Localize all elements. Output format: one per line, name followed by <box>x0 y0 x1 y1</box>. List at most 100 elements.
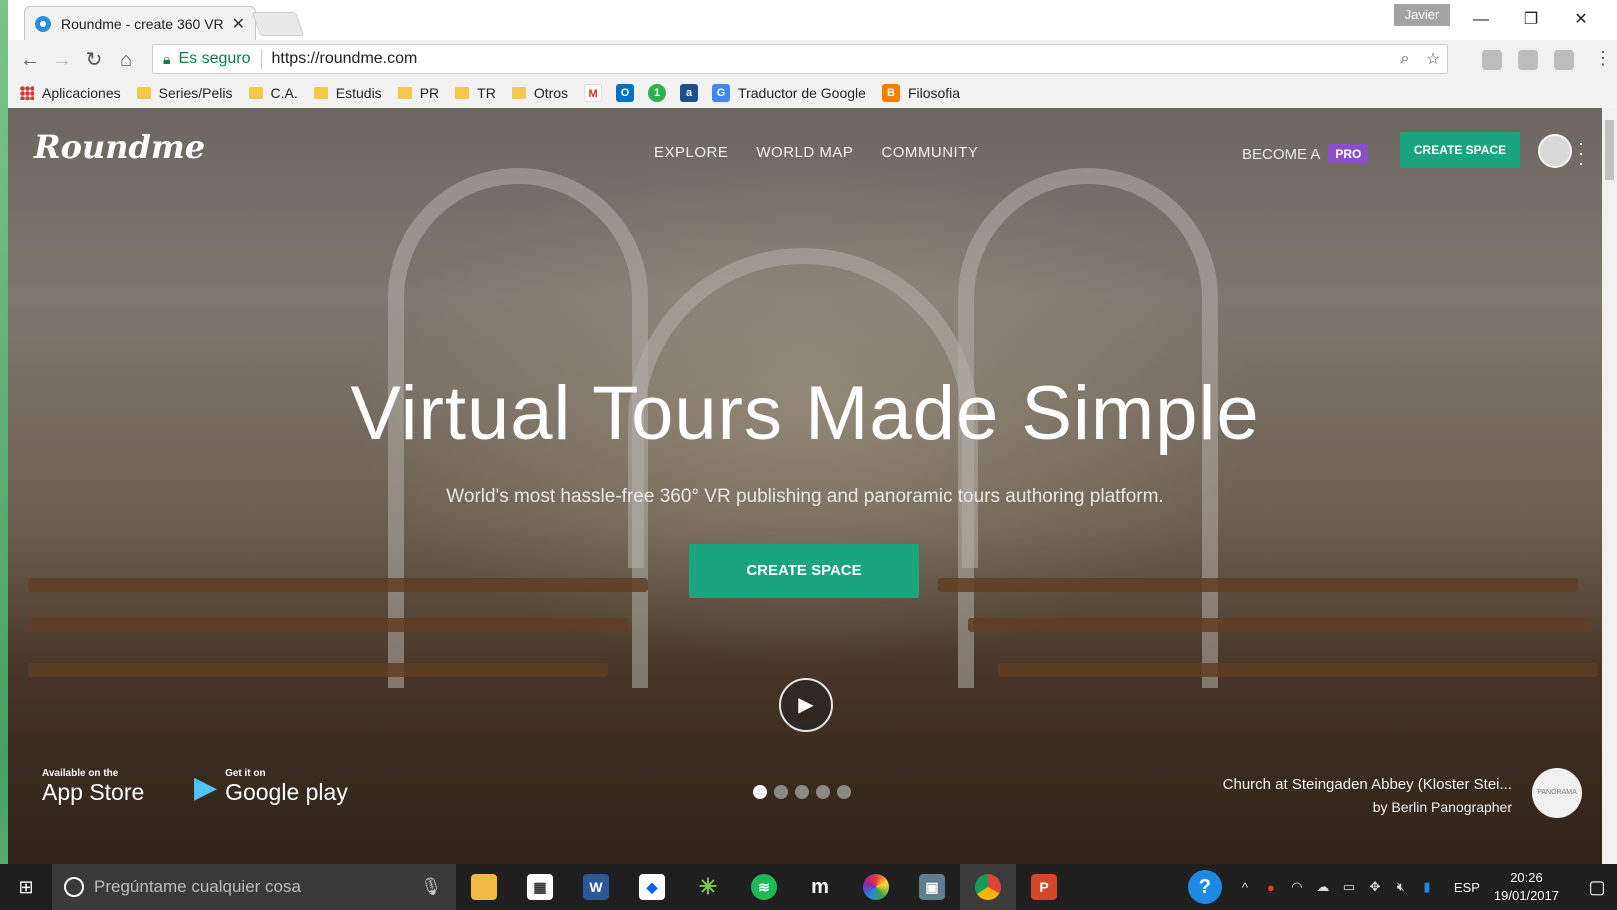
nav-world-map[interactable]: WORLD MAP <box>756 144 853 161</box>
become-pro-link[interactable]: BECOME A PRO <box>1242 144 1369 164</box>
calendar-icon: ▦ <box>527 874 553 900</box>
create-space-header-button[interactable]: CREATE SPACE <box>1400 132 1520 168</box>
taskbar-app[interactable]: m <box>792 864 848 910</box>
zoom-icon[interactable]: ⌕ <box>1391 50 1419 68</box>
antivirus-icon[interactable]: ● <box>1258 880 1284 895</box>
create-space-button[interactable]: CREATE SPACE <box>689 544 919 598</box>
bookmark-folder[interactable]: C.A. <box>248 85 298 101</box>
hero-subtitle: World's most hassle-free 360° VR publish… <box>446 486 1164 507</box>
windows-start-icon[interactable]: ⊞ <box>0 864 52 910</box>
reload-icon[interactable]: ↻ <box>82 48 106 72</box>
dropbox-icon: ◆ <box>639 874 665 900</box>
help-icon[interactable]: ? <box>1187 870 1222 904</box>
taskbar-app[interactable]: ▣ <box>904 864 960 910</box>
slide-dot[interactable] <box>795 785 809 799</box>
nav-community[interactable]: COMMUNITY <box>881 144 978 161</box>
taskbar-app[interactable]: P <box>1016 864 1072 910</box>
slide-dot[interactable] <box>816 785 830 799</box>
secure-label: Es seguro <box>178 50 251 67</box>
folder-icon <box>248 87 263 99</box>
extension-person-icon[interactable] <box>1554 50 1574 70</box>
bookmark-filosofia[interactable]: B Filosofia <box>881 84 960 102</box>
google-play-big: Google play <box>225 779 348 805</box>
slide-indicators <box>753 785 851 799</box>
bookmark-folder[interactable]: Otros <box>511 85 568 101</box>
dropbox-tray-icon[interactable]: ✥ <box>1362 879 1388 895</box>
app-store-badge[interactable]: Available on the App Store <box>34 768 144 806</box>
google-play-small: Get it on <box>225 768 266 779</box>
minimize-button[interactable]: — <box>1458 6 1504 34</box>
gmail-icon[interactable]: M <box>584 84 603 102</box>
bookmark-folder[interactable]: Estudis <box>313 85 382 101</box>
slide-dot[interactable] <box>774 785 788 799</box>
taskbar-app[interactable]: ▦ <box>512 864 568 910</box>
folder-icon <box>397 87 412 99</box>
bookmark-folder[interactable]: PR <box>397 85 440 101</box>
lock-icon: 🔒︎ <box>163 50 171 67</box>
close-window-button[interactable]: ✕ <box>1558 6 1604 34</box>
taskbar-app[interactable]: W <box>568 864 624 910</box>
play-video-icon[interactable]: ▶ <box>779 678 833 732</box>
profile-name-badge[interactable]: Javier <box>1394 4 1450 26</box>
scroll-thumb[interactable] <box>1605 120 1614 180</box>
powerpoint-icon: P <box>1031 874 1057 900</box>
slide-dot[interactable] <box>837 785 851 799</box>
address-bar[interactable]: 🔒︎ Es seguro https://roundme.com ⌕ ☆ <box>152 44 1448 74</box>
action-center-icon[interactable]: ▢ <box>1577 877 1617 898</box>
extension-cloud-icon[interactable] <box>1518 50 1538 70</box>
taskbar-app[interactable] <box>456 864 512 910</box>
close-tab-icon[interactable]: ✕ <box>232 14 245 34</box>
forward-icon[interactable]: → <box>50 48 74 72</box>
bookmark-folder[interactable]: TR <box>455 85 496 101</box>
roundme-favicon-icon <box>35 15 51 32</box>
panographer-avatar[interactable]: PANORAMA <box>1532 768 1582 818</box>
taskbar-app[interactable]: ◆ <box>624 864 680 910</box>
bookmark-folder[interactable]: Series/Pelis <box>136 85 233 101</box>
taskbar-app[interactable] <box>960 864 1016 910</box>
volume-muted-icon[interactable]: 🔇︎ <box>1388 879 1414 895</box>
clock-date: 19/01/2017 <box>1493 888 1559 903</box>
show-hidden-icons-icon[interactable]: ^ <box>1232 880 1258 895</box>
clock-time: 20:26 <box>1510 870 1543 885</box>
taskbar-app[interactable]: ✳ <box>680 864 736 910</box>
nav-explore[interactable]: EXPLORE <box>654 144 728 161</box>
panorama-credit[interactable]: Church at Steingaden Abbey (Kloster Stei… <box>1223 776 1512 815</box>
panorama-name[interactable]: Church at Steingaden Abbey (Kloster Stei… <box>1223 776 1512 793</box>
page-scrollbar[interactable] <box>1602 108 1617 864</box>
menu-dots-icon[interactable]: ⋮ <box>1594 48 1612 69</box>
home-icon[interactable]: ⌂ <box>114 48 138 72</box>
new-tab-button[interactable] <box>251 12 305 36</box>
hero-title: Virtual Tours Made Simple <box>350 371 1260 456</box>
dictionary-icon[interactable]: a <box>680 84 699 102</box>
google-play-badge[interactable]: ▶ Get it on Google play <box>194 768 348 806</box>
taskbar-app[interactable] <box>848 864 904 910</box>
cortana-search[interactable]: Pregúntame cualquier cosa 🎙︎ <box>52 864 456 910</box>
battery-icon[interactable]: ▭ <box>1336 879 1362 895</box>
browser-window: Roundme - create 360 VR ✕ Javier — ❐ ✕ ←… <box>8 0 1617 864</box>
url-text[interactable]: https://roundme.com <box>272 50 1392 68</box>
bookmark-label: Traductor de Google <box>738 85 866 101</box>
bookmark-label: PR <box>419 85 440 101</box>
restore-button[interactable]: ❐ <box>1508 6 1554 34</box>
extension-lightbulb-icon[interactable] <box>1482 50 1502 70</box>
slide-dot[interactable] <box>753 785 767 799</box>
taskbar-app[interactable]: ≋ <box>736 864 792 910</box>
avatar[interactable] <box>1538 134 1572 168</box>
wifi-icon[interactable]: ◠ <box>1284 879 1310 895</box>
app-store-small: Available on the <box>42 768 119 779</box>
more-options-icon[interactable]: · · · <box>1578 134 1584 172</box>
bookmark-aplicaciones[interactable]: Aplicaciones <box>20 85 121 101</box>
back-icon[interactable]: ← <box>18 48 42 72</box>
onedrive-icon[interactable]: ☁ <box>1310 879 1336 895</box>
bookmark-traductor[interactable]: G Traductor de Google <box>712 84 866 102</box>
panorama-author[interactable]: by Berlin Panographer <box>1223 799 1512 815</box>
bookmark-star-icon[interactable]: ☆ <box>1419 49 1447 69</box>
microphone-icon[interactable]: 🎙︎ <box>420 877 442 897</box>
roundme-logo[interactable]: Roundme <box>34 128 205 166</box>
input-language[interactable]: ESP <box>1454 880 1480 895</box>
clock[interactable]: 20:26 19/01/2017 <box>1494 869 1559 905</box>
outlook-icon[interactable]: O <box>616 84 635 102</box>
intel-icon[interactable]: ▮ <box>1414 879 1440 895</box>
green-app-icon[interactable]: 1 <box>648 84 667 102</box>
browser-tab[interactable]: Roundme - create 360 VR ✕ <box>24 6 256 40</box>
